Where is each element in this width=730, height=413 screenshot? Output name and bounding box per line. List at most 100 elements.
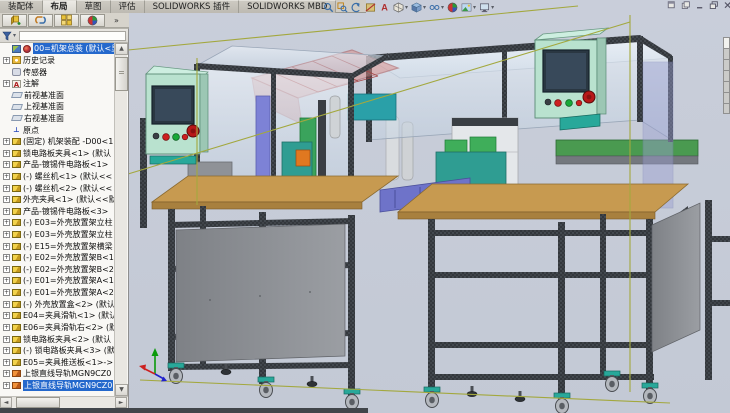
expand-toggle[interactable]: + bbox=[3, 359, 10, 366]
tree-item[interactable]: +产品-镀锡件电路板<1> bbox=[0, 159, 115, 171]
tree-item[interactable]: +(-) 锁电路板夹具<3> (默 bbox=[0, 345, 115, 357]
task-pane-tab[interactable] bbox=[723, 103, 730, 114]
expand-toggle[interactable]: + bbox=[3, 57, 10, 64]
view-orientation-icon[interactable]: ▾ bbox=[392, 1, 409, 13]
expand-toggle[interactable]: + bbox=[3, 370, 10, 377]
expand-toggle[interactable]: + bbox=[3, 150, 10, 157]
expand-toggle[interactable]: + bbox=[3, 382, 10, 389]
left-control-panel[interactable] bbox=[146, 66, 208, 164]
expand-toggle[interactable]: + bbox=[3, 289, 10, 296]
filter-icon[interactable] bbox=[2, 31, 12, 41]
restore-icon[interactable] bbox=[708, 1, 719, 10]
apply-scene-icon[interactable]: ▾ bbox=[460, 1, 477, 13]
toolbar-overflow-chevron[interactable]: » bbox=[114, 16, 119, 25]
right-control-panel[interactable] bbox=[535, 28, 608, 130]
expand-toggle[interactable]: + bbox=[3, 266, 10, 273]
zoom-area-icon[interactable] bbox=[336, 1, 349, 13]
vertical-scroll-thumb[interactable] bbox=[115, 57, 128, 91]
filter-dropdown-arrow[interactable]: ▾ bbox=[13, 32, 16, 39]
expand-toggle[interactable]: + bbox=[3, 301, 10, 308]
tree-item[interactable]: +(-) E02=外壳放置架B<1 bbox=[0, 252, 115, 264]
tree-item[interactable]: +外壳夹具<1> (默认<<默 bbox=[0, 194, 115, 206]
scroll-up-button[interactable]: ▲ bbox=[115, 43, 128, 55]
section-view-icon[interactable] bbox=[364, 1, 377, 13]
tab-草图[interactable]: 草图 bbox=[77, 0, 111, 13]
task-pane-tab[interactable] bbox=[723, 81, 730, 92]
tree-item[interactable]: +(-) E03=外壳放置架立柱 bbox=[0, 217, 115, 229]
task-pane-tab[interactable] bbox=[723, 92, 730, 103]
tile-window-icon[interactable] bbox=[680, 1, 691, 10]
tab-SOLIDWORKS 插件[interactable]: SOLIDWORKS 插件 bbox=[145, 0, 240, 13]
tree-vertical-scrollbar[interactable]: ▲ ▼ bbox=[114, 43, 127, 396]
tree-item[interactable]: +(-) 螺丝机<2> (默认<< bbox=[0, 182, 115, 194]
tree-item[interactable]: +(-) E03=外壳放置架立柱 bbox=[0, 229, 115, 241]
scroll-left-button[interactable]: ◄ bbox=[0, 397, 12, 408]
horizontal-scroll-thumb[interactable] bbox=[16, 397, 60, 408]
hide-show-items-icon[interactable]: ▾ bbox=[428, 1, 445, 13]
task-pane-tab[interactable] bbox=[723, 70, 730, 81]
expand-toggle[interactable]: + bbox=[3, 312, 10, 319]
tree-item[interactable]: ⊥原点 bbox=[0, 124, 115, 136]
tree-item[interactable]: +(-) E01=外壳放置架A<2 bbox=[0, 287, 115, 299]
tree-item[interactable]: +E04=夹具滑轨<1> (默认 bbox=[0, 310, 115, 322]
tree-item[interactable]: +上银直线导轨MGN9CZ0 bbox=[0, 368, 115, 380]
filter-input[interactable] bbox=[19, 31, 126, 41]
edit-appearance-button[interactable] bbox=[80, 14, 105, 27]
display-style-icon[interactable]: ▾ bbox=[410, 1, 427, 13]
tree-item[interactable]: 传感器 bbox=[0, 66, 115, 78]
task-pane-tab[interactable] bbox=[723, 37, 730, 48]
insert-component-button[interactable] bbox=[2, 14, 27, 27]
tree-item[interactable]: 右视基准面 bbox=[0, 113, 115, 125]
tree-horizontal-scrollbar[interactable]: ◄ ► bbox=[0, 396, 128, 408]
expand-toggle[interactable]: + bbox=[3, 336, 10, 343]
expand-toggle[interactable]: + bbox=[3, 80, 10, 87]
task-pane-tab[interactable] bbox=[723, 59, 730, 70]
tab-装配体[interactable]: 装配体 bbox=[0, 0, 43, 13]
expand-toggle[interactable]: + bbox=[3, 324, 10, 331]
tree-item[interactable]: +E05=夹具推送板<1>-> bbox=[0, 356, 115, 368]
tree-item[interactable]: +(-) E02=外壳放置架B<2 bbox=[0, 264, 115, 276]
tree-item[interactable]: +历史记录 bbox=[0, 55, 115, 67]
tree-item[interactable]: +(-) 外壳放置盒<2> (默认 bbox=[0, 298, 115, 310]
tree-item[interactable]: +上银直线导轨MGN9CZ0 bbox=[0, 380, 115, 392]
scroll-down-button[interactable]: ▼ bbox=[115, 384, 128, 396]
tree-item[interactable]: +(-) E15=外壳放置架横梁 bbox=[0, 240, 115, 252]
zoom-fit-icon[interactable] bbox=[322, 1, 335, 13]
scroll-right-button[interactable]: ► bbox=[115, 397, 127, 408]
previous-view-icon[interactable] bbox=[350, 1, 363, 13]
tree-item[interactable]: 00=机架总装 (默认<显 bbox=[0, 43, 115, 55]
edit-appearance-icon[interactable] bbox=[446, 1, 459, 13]
dynamic-annotation-icon[interactable]: A bbox=[378, 1, 391, 13]
cascade-window-icon[interactable] bbox=[666, 1, 677, 10]
view-settings-icon[interactable]: ▾ bbox=[478, 1, 495, 13]
tab-布局[interactable]: 布局 bbox=[43, 0, 77, 13]
task-pane-tab[interactable] bbox=[723, 48, 730, 59]
tree-item[interactable]: +锁电路板夹具<2> (默认 bbox=[0, 333, 115, 345]
expand-toggle[interactable]: + bbox=[3, 347, 10, 354]
expand-toggle[interactable]: + bbox=[3, 277, 10, 284]
tree-item[interactable]: +(-) 螺丝机<1> (默认<< bbox=[0, 171, 115, 183]
tree-item[interactable]: +(固定) 机架装配 -D00<1 bbox=[0, 136, 115, 148]
tree-item[interactable]: +(-) E01=外壳放置架A<1 bbox=[0, 275, 115, 287]
tab-评估[interactable]: 评估 bbox=[111, 0, 145, 13]
expand-toggle[interactable]: + bbox=[3, 173, 10, 180]
expand-toggle[interactable]: + bbox=[3, 243, 10, 250]
minimize-icon[interactable] bbox=[694, 1, 705, 10]
expand-toggle[interactable]: + bbox=[3, 231, 10, 238]
tree-item[interactable]: +锁电路板夹具<1> (默认 bbox=[0, 147, 115, 159]
mate-button[interactable] bbox=[28, 14, 53, 27]
expand-toggle[interactable]: + bbox=[3, 138, 10, 145]
tree-item[interactable]: +产品-镀锡件电路板<3> bbox=[0, 206, 115, 218]
expand-toggle[interactable]: + bbox=[3, 196, 10, 203]
tree-item[interactable]: +A注解 bbox=[0, 78, 115, 90]
tree-item[interactable]: 前视基准面 bbox=[0, 89, 115, 101]
expand-toggle[interactable]: + bbox=[3, 254, 10, 261]
tree-item[interactable]: 上视基准面 bbox=[0, 101, 115, 113]
tree-item[interactable]: +E06=夹具滑轨右<2> (默 bbox=[0, 322, 115, 334]
expand-toggle[interactable]: + bbox=[3, 185, 10, 192]
close-icon[interactable] bbox=[722, 1, 730, 10]
component-pattern-button[interactable] bbox=[54, 14, 79, 27]
expand-toggle[interactable]: + bbox=[3, 219, 10, 226]
expand-toggle[interactable]: + bbox=[3, 161, 10, 168]
expand-toggle[interactable]: + bbox=[3, 208, 10, 215]
